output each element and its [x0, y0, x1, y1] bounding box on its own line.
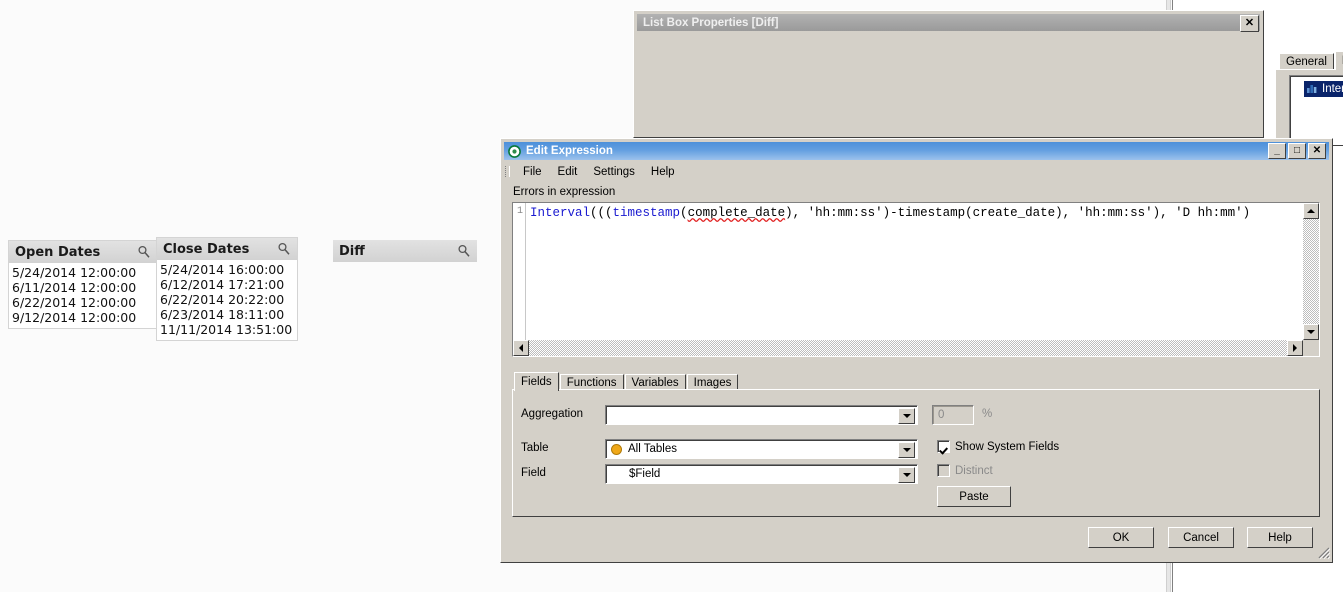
edit-expression-menubar[interactable]: File Edit Settings Help — [505, 162, 1328, 181]
list-item[interactable]: 6/22/2014 20:22:00 — [160, 292, 294, 307]
errors-in-expression-label: Errors in expression — [513, 186, 616, 198]
menu-grip-icon — [505, 166, 510, 177]
listbox-rows-close-dates[interactable]: 5/24/2014 16:00:00 6/12/2014 17:21:00 6/… — [157, 260, 297, 340]
cancel-button[interactable]: Cancel — [1168, 527, 1234, 548]
code-token: ( — [680, 206, 688, 220]
resize-grip-icon[interactable] — [1317, 546, 1331, 560]
code-token: complete_date — [687, 206, 786, 220]
edit-expression-titlebar[interactable]: Edit Expression _ □ ✕ — [504, 142, 1329, 160]
table-value: All Tables — [628, 443, 678, 455]
code-token: timestamp — [612, 206, 681, 220]
code-token: ((( — [590, 206, 613, 220]
magnifier-icon[interactable] — [277, 242, 291, 256]
menu-edit[interactable]: Edit — [551, 164, 585, 180]
distinct-label: Distinct — [955, 464, 993, 477]
listbox-diff[interactable]: Diff — [333, 240, 477, 262]
editor-horizontal-scrollbar[interactable] — [513, 340, 1303, 356]
distinct-row: Distinct — [937, 464, 993, 477]
expression-tree-item-label: Interval(((timestamp(complete_date), 'hh… — [1322, 83, 1343, 95]
edit-expression-title: Edit Expression — [526, 145, 613, 157]
table-combobox[interactable]: All Tables — [605, 439, 918, 459]
field-label: Field — [521, 467, 546, 479]
percent-input: 0 — [932, 405, 974, 425]
list-item[interactable]: 5/24/2014 16:00:00 — [160, 262, 294, 277]
menu-settings[interactable]: Settings — [586, 164, 642, 180]
magnifier-icon[interactable] — [137, 245, 151, 259]
chevron-down-icon[interactable] — [898, 467, 915, 483]
code-token: ), 'hh:mm:ss')-timestamp(create_date), '… — [785, 206, 1251, 220]
list-box-properties-title: List Box Properties [Diff] — [643, 16, 779, 29]
scroll-up-icon[interactable] — [1303, 203, 1319, 219]
maximize-icon[interactable]: □ — [1288, 143, 1306, 159]
magnifier-icon[interactable] — [457, 244, 471, 258]
list-item[interactable]: 6/12/2014 17:21:00 — [160, 277, 294, 292]
chevron-down-icon[interactable] — [898, 442, 915, 458]
menu-file[interactable]: File — [516, 164, 549, 180]
aggregation-label: Aggregation — [521, 408, 584, 420]
checkbox-show-system-fields[interactable] — [937, 440, 950, 453]
listbox-title-close-dates: Close Dates — [163, 241, 250, 257]
listbox-caption-close-dates[interactable]: Close Dates — [157, 238, 297, 260]
expression-editor[interactable]: 1 Interval(((timestamp(complete_date), '… — [512, 202, 1320, 357]
field-value: $Field — [629, 468, 661, 480]
properties-tabstrip[interactable]: General Expressions Sort Presentation Nu… — [1279, 51, 1343, 70]
bar-chart-icon — [1306, 82, 1318, 97]
listbox-close-dates[interactable]: Close Dates 5/24/2014 16:00:00 6/12/2014… — [157, 238, 297, 340]
listbox-open-dates[interactable]: Open Dates 5/24/2014 12:00:00 6/11/2014 … — [9, 241, 157, 328]
list-item[interactable]: 5/24/2014 12:00:00 — [12, 265, 154, 280]
list-item[interactable]: 6/22/2014 12:00:00 — [12, 295, 154, 310]
listbox-caption-diff[interactable]: Diff — [333, 240, 477, 262]
show-system-fields-label: Show System Fields — [955, 440, 1060, 453]
scroll-right-icon[interactable] — [1287, 340, 1303, 356]
checkbox-distinct — [937, 464, 950, 477]
qlikview-circle-icon — [508, 144, 521, 158]
list-item[interactable]: 6/11/2014 12:00:00 — [12, 280, 154, 295]
list-item[interactable]: 6/23/2014 18:11:00 — [160, 307, 294, 322]
code-token: Interval — [530, 206, 591, 220]
chevron-down-icon[interactable] — [898, 408, 915, 424]
help-button[interactable]: Help — [1247, 527, 1313, 548]
fields-tab-panel: Aggregation 0 % Table All Tables Field $… — [512, 389, 1320, 517]
tab-general[interactable]: General — [1279, 53, 1334, 70]
percent-value: 0 — [938, 409, 945, 421]
listbox-title-diff: Diff — [339, 243, 365, 259]
scroll-down-icon[interactable] — [1303, 324, 1319, 340]
paste-button[interactable]: Paste — [937, 486, 1011, 507]
ok-button[interactable]: OK — [1088, 527, 1154, 548]
list-box-properties-window: List Box Properties [Diff] ✕ General Exp… — [633, 10, 1343, 147]
editor-vertical-scrollbar[interactable] — [1303, 203, 1319, 340]
expression-tree-item[interactable]: Interval(((timestamp(complete_date), 'hh… — [1304, 81, 1343, 97]
listbox-title-open-dates: Open Dates — [15, 244, 101, 260]
list-item[interactable]: 9/12/2014 12:00:00 — [12, 310, 154, 325]
tab-fields[interactable]: Fields — [514, 372, 559, 391]
aggregation-combobox[interactable] — [605, 405, 918, 425]
expression-code[interactable]: Interval(((timestamp(complete_date), 'hh… — [530, 206, 1301, 221]
table-label: Table — [521, 442, 549, 454]
menu-help[interactable]: Help — [644, 164, 682, 180]
close-icon[interactable]: ✕ — [1308, 143, 1326, 159]
percent-symbol: % — [982, 408, 993, 420]
scroll-left-icon[interactable] — [513, 340, 529, 356]
table-indicator-icon — [611, 443, 622, 455]
expression-tree[interactable]: Interval(((timestamp(complete_date), 'hh… — [1289, 75, 1343, 147]
listbox-rows-open-dates[interactable]: 5/24/2014 12:00:00 6/11/2014 12:00:00 6/… — [9, 263, 157, 328]
list-item[interactable]: 11/11/2014 13:51:00 — [160, 322, 294, 337]
minimize-icon[interactable]: _ — [1268, 143, 1286, 159]
close-icon[interactable]: ✕ — [1240, 15, 1259, 32]
field-combobox[interactable]: $Field — [605, 464, 918, 484]
show-system-fields-row[interactable]: Show System Fields — [937, 440, 1059, 453]
listbox-caption-open-dates[interactable]: Open Dates — [9, 241, 157, 263]
tab-expressions[interactable]: Expressions — [1334, 51, 1343, 70]
list-box-properties-titlebar[interactable]: List Box Properties [Diff] — [637, 14, 1260, 31]
editor-line-numbers: 1 — [513, 203, 526, 356]
